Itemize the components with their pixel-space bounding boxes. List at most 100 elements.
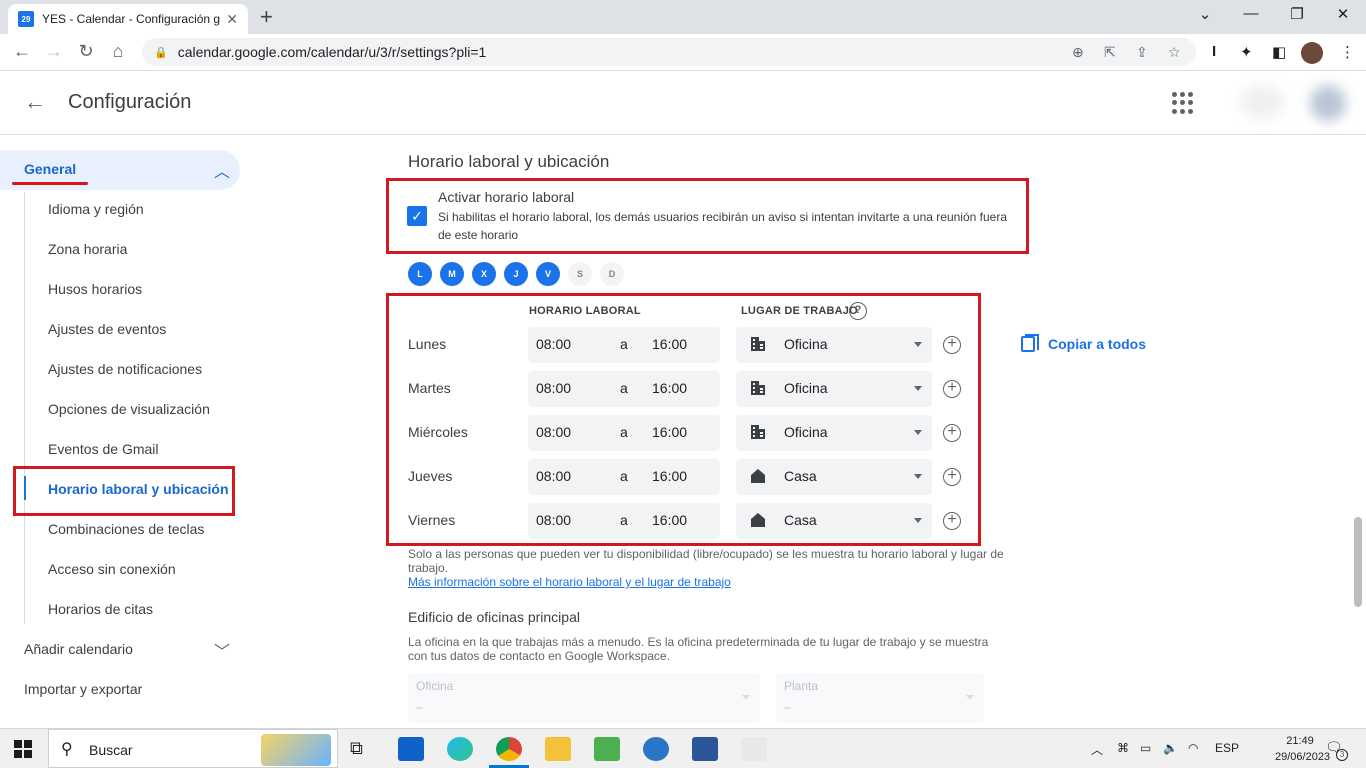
sidebar-item-horarios-citas[interactable]: Horarios de citas: [48, 589, 153, 629]
end-time[interactable]: 16:00: [652, 512, 687, 528]
start-time[interactable]: 08:00: [536, 512, 571, 528]
side-panel-icon[interactable]: ◧: [1272, 43, 1286, 61]
edge-app-icon[interactable]: [447, 737, 473, 761]
time-range-field[interactable]: 08:00 a 16:00: [528, 371, 720, 407]
google-apps-icon[interactable]: [1172, 92, 1194, 114]
day-chip-martes[interactable]: M: [440, 262, 464, 286]
chrome-menu-icon[interactable]: ⋮: [1340, 43, 1355, 61]
extensions-puzzle-icon[interactable]: ✦: [1240, 43, 1253, 61]
enable-working-hours-description: Si habilitas el horario laboral, los dem…: [438, 210, 1007, 242]
sidebar-item-eventos-gmail[interactable]: Eventos de Gmail: [48, 429, 159, 469]
sidebar-item-anadir-calendario[interactable]: Añadir calendario: [24, 629, 133, 669]
location-select[interactable]: Casa: [736, 503, 932, 539]
restore-icon[interactable]: ❐: [1274, 5, 1320, 23]
start-time[interactable]: 08:00: [536, 336, 571, 352]
end-time[interactable]: 16:00: [652, 468, 687, 484]
dropdown-arrow-icon: [742, 695, 750, 700]
enable-working-hours-checkbox[interactable]: ✓: [407, 206, 427, 226]
sidebar-item-ajustes-eventos[interactable]: Ajustes de eventos: [48, 309, 166, 349]
language-indicator[interactable]: ESP: [1215, 741, 1239, 755]
back-icon[interactable]: ←: [10, 41, 34, 62]
chrome-app-icon[interactable]: [496, 737, 522, 761]
snipping-tool-icon[interactable]: [741, 737, 767, 761]
windows-taskbar: ⚲ Buscar ⧉ ︿ ⌘ ▭ 🔈 ◠ ESP 21:49 29/06/202…: [0, 728, 1366, 768]
tab-search-icon[interactable]: ⌄: [1182, 5, 1228, 23]
sidebar-item-notificaciones[interactable]: Ajustes de notificaciones: [48, 349, 202, 389]
start-time[interactable]: 08:00: [536, 468, 571, 484]
start-time[interactable]: 08:00: [536, 380, 571, 396]
search-icon: ⚲: [61, 741, 73, 758]
sidebar-item-zona-horaria[interactable]: Zona horaria: [48, 229, 127, 269]
taskbar-clock[interactable]: 21:49 29/06/2023: [1275, 733, 1330, 765]
bookmark-star-icon[interactable]: ☆: [1168, 44, 1181, 61]
add-slot-icon[interactable]: +: [943, 380, 961, 398]
wifi-icon[interactable]: ◠: [1188, 741, 1198, 755]
extension-i-icon[interactable]: I: [1212, 43, 1216, 60]
time-range-field[interactable]: 08:00 a 16:00: [528, 503, 720, 539]
day-chip-domingo[interactable]: D: [600, 262, 624, 286]
day-chip-miercoles[interactable]: X: [472, 262, 496, 286]
close-window-icon[interactable]: ✕: [1320, 5, 1366, 23]
floor-select[interactable]: Planta –: [776, 673, 984, 723]
start-time[interactable]: 08:00: [536, 424, 571, 440]
install-app-icon[interactable]: ⊕: [1072, 44, 1084, 61]
sidebar-item-acceso-sin-conexion[interactable]: Acceso sin conexión: [48, 549, 176, 589]
sheets-app-icon[interactable]: [594, 737, 620, 761]
office-field-value: –: [416, 700, 423, 714]
close-tab-icon[interactable]: ✕: [226, 11, 238, 28]
taskbar-search-box[interactable]: ⚲ Buscar: [48, 729, 338, 768]
location-select[interactable]: Oficina: [736, 371, 932, 407]
task-view-icon[interactable]: ⧉: [350, 738, 363, 759]
location-select[interactable]: Oficina: [736, 327, 932, 363]
thunderbird-app-icon[interactable]: [643, 737, 669, 761]
word-app-icon[interactable]: [692, 737, 718, 761]
help-icon[interactable]: ?: [849, 302, 867, 320]
tray-chevron-up-icon[interactable]: ︿: [1091, 741, 1103, 758]
blurred-account-avatar[interactable]: [1310, 85, 1346, 121]
add-slot-icon[interactable]: +: [943, 336, 961, 354]
location-select[interactable]: Casa: [736, 459, 932, 495]
home-icon: [751, 469, 765, 483]
day-chip-sabado[interactable]: S: [568, 262, 592, 286]
open-in-icon[interactable]: ⇱: [1104, 44, 1116, 61]
time-range-field[interactable]: 08:00 a 16:00: [528, 459, 720, 495]
time-range-field[interactable]: 08:00 a 16:00: [528, 327, 720, 363]
reload-icon[interactable]: ↻: [74, 41, 98, 62]
address-bar[interactable]: 🔒 calendar.google.com/calendar/u/3/r/set…: [142, 38, 1196, 66]
location-select[interactable]: Oficina: [736, 415, 932, 451]
minimize-icon[interactable]: —: [1228, 5, 1274, 22]
add-slot-icon[interactable]: +: [943, 512, 961, 530]
windows-start-icon[interactable]: [14, 740, 32, 758]
file-explorer-icon[interactable]: [545, 737, 571, 761]
chevron-down-icon[interactable]: ﹀: [214, 638, 230, 662]
new-tab-icon[interactable]: +: [260, 6, 273, 28]
sidebar-item-husos-horarios[interactable]: Husos horarios: [48, 269, 142, 309]
sidebar-item-visualizacion[interactable]: Opciones de visualización: [48, 389, 210, 429]
more-info-link[interactable]: Más información sobre el horario laboral…: [408, 575, 731, 589]
day-chip-viernes[interactable]: V: [536, 262, 560, 286]
battery-icon[interactable]: ▭: [1140, 741, 1151, 755]
copy-to-all-button[interactable]: Copiar a todos: [1021, 334, 1146, 352]
calendar-favicon-icon: 29: [18, 11, 34, 27]
end-time[interactable]: 16:00: [652, 424, 687, 440]
add-slot-icon[interactable]: +: [943, 468, 961, 486]
day-chip-lunes[interactable]: L: [408, 262, 432, 286]
time-range-field[interactable]: 08:00 a 16:00: [528, 415, 720, 451]
profile-avatar[interactable]: [1301, 42, 1323, 64]
sidebar-item-importar-exportar[interactable]: Importar y exportar: [24, 669, 142, 709]
home-icon[interactable]: ⌂: [106, 41, 130, 62]
forward-icon[interactable]: →: [42, 41, 66, 62]
sidebar-item-idioma[interactable]: Idioma y región: [48, 189, 144, 229]
end-time[interactable]: 16:00: [652, 336, 687, 352]
page-scrollbar[interactable]: [1354, 517, 1362, 607]
store-app-icon[interactable]: [398, 737, 424, 761]
add-slot-icon[interactable]: +: [943, 424, 961, 442]
share-icon[interactable]: ⇪: [1136, 44, 1148, 61]
tray-device-icon[interactable]: ⌘: [1117, 741, 1129, 755]
day-chip-jueves[interactable]: J: [504, 262, 528, 286]
volume-icon[interactable]: 🔈: [1163, 741, 1178, 755]
back-arrow-icon[interactable]: ←: [24, 89, 46, 115]
office-select[interactable]: Oficina –: [408, 673, 760, 723]
end-time[interactable]: 16:00: [652, 380, 687, 396]
browser-tab[interactable]: 29 YES - Calendar - Configuración g ✕: [8, 4, 248, 34]
